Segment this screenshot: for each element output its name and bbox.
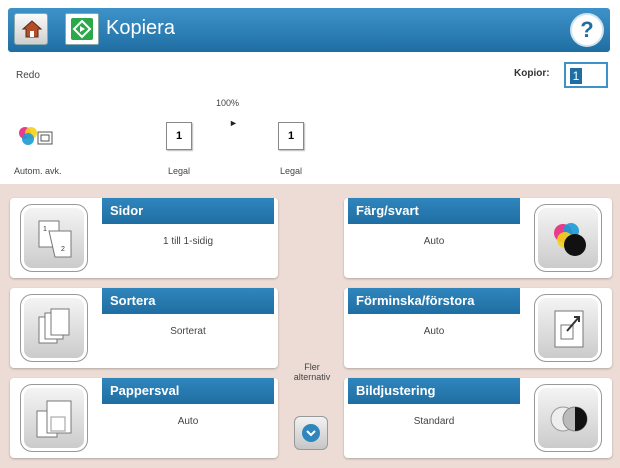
sides-tile[interactable]: 1 2 Sidor 1 till 1-sidig — [10, 198, 278, 278]
svg-text:1: 1 — [43, 226, 47, 233]
help-icon: ? — [580, 17, 594, 42]
reduce-enlarge-tile[interactable]: Förminska/förstora Auto — [344, 288, 612, 368]
home-button[interactable] — [14, 13, 48, 45]
copies-input[interactable]: 1 — [564, 62, 608, 88]
collate-icon — [38, 308, 70, 344]
auto-detect-label: Autom. avk. — [14, 166, 62, 176]
paper-select-icon — [36, 400, 72, 438]
color-button[interactable] — [534, 204, 602, 272]
page-title: Kopiera — [106, 17, 175, 39]
image-adjust-button[interactable] — [534, 384, 602, 452]
more-options-button[interactable] — [294, 416, 328, 450]
image-adjust-label: Bildjustering — [348, 378, 520, 404]
more-options-label: Fler alternativ — [293, 362, 331, 382]
collate-label: Sortera — [102, 288, 274, 314]
title-bar: Kopiera ? — [8, 8, 610, 52]
dest-paper-label: Legal — [280, 166, 303, 176]
collate-button[interactable] — [20, 294, 88, 362]
duplex-pages-icon: 1 2 — [38, 220, 72, 258]
resize-icon — [554, 310, 584, 348]
reduce-enlarge-button[interactable] — [534, 294, 602, 362]
paper-value: Auto — [177, 416, 199, 427]
svg-text:2: 2 — [61, 246, 65, 253]
reduce-enlarge-label: Förminska/förstora — [348, 288, 520, 314]
scale-percent: 100% — [216, 98, 240, 108]
source-paper-label: Legal — [168, 166, 191, 176]
color-auto-icon — [19, 127, 53, 145]
reduce-enlarge-value: Auto — [423, 326, 445, 337]
image-adjust-icon — [550, 406, 588, 432]
image-adjust-tile[interactable]: Bildjustering Standard — [344, 378, 612, 458]
status-text: Redo — [16, 70, 40, 81]
home-icon — [21, 20, 43, 38]
source-page: 1 — [166, 122, 192, 150]
sides-value: 1 till 1-sidig — [162, 236, 214, 247]
sides-button[interactable]: 1 2 — [20, 204, 88, 272]
copies-value: 1 — [570, 68, 582, 84]
copy-app-icon — [65, 13, 99, 45]
status-area: Redo Kopior: 1 Autom. avk. 100% ► 1 Lega… — [8, 52, 610, 182]
chevron-down-icon — [306, 430, 316, 437]
arrow-right-icon: ► — [229, 118, 238, 128]
color-black-icon — [554, 223, 586, 256]
paper-label: Pappersval — [102, 378, 274, 404]
sides-label: Sidor — [102, 198, 274, 224]
collate-value: Sorterat — [170, 326, 206, 337]
image-adjust-value: Standard — [413, 416, 455, 427]
color-tile[interactable]: Färg/svart Auto — [344, 198, 612, 278]
dest-page: 1 — [278, 122, 304, 150]
collate-tile[interactable]: Sortera Sorterat — [10, 288, 278, 368]
color-value: Auto — [423, 236, 445, 247]
paper-tile[interactable]: Pappersval Auto — [10, 378, 278, 458]
settings-panel: 1 2 Sidor 1 till 1-sidig Sortera Sortera… — [0, 184, 620, 468]
color-label: Färg/svart — [348, 198, 520, 224]
start-diamond-icon — [72, 19, 92, 39]
copies-label: Kopior: — [514, 68, 550, 79]
paper-button[interactable] — [20, 384, 88, 452]
help-button[interactable]: ? — [570, 13, 604, 47]
